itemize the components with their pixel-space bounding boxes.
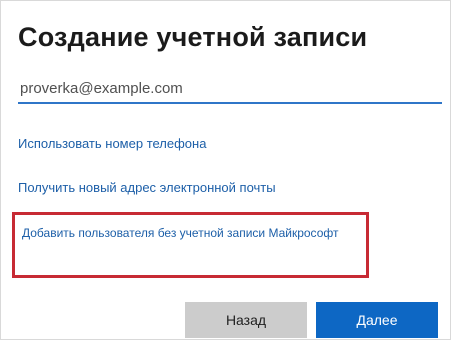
- new-email-link[interactable]: Получить новый адрес электронной почты: [18, 180, 276, 195]
- use-phone-link[interactable]: Использовать номер телефона: [18, 136, 206, 151]
- highlight-box: [12, 212, 369, 278]
- dialog-title: Создание учетной записи: [18, 22, 368, 52]
- email-input[interactable]: [18, 74, 442, 104]
- next-button[interactable]: Далее: [316, 302, 438, 338]
- back-button[interactable]: Назад: [185, 302, 307, 338]
- add-user-without-microsoft-account-link[interactable]: Добавить пользователя без учетной записи…: [22, 223, 362, 243]
